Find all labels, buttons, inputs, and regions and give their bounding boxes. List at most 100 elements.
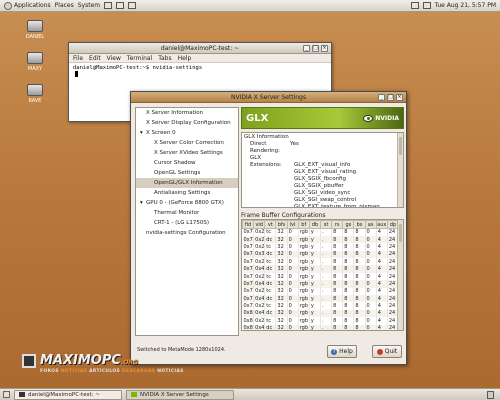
table-row[interactable]: 0x7e0x42dc320rgby.8880424 [242,295,400,303]
tree-item-1[interactable]: X Server Display Configuration [136,118,238,128]
tree-item-12[interactable]: nvidia-settings Configuration [136,228,238,238]
help-button[interactable]: ? Help [327,345,357,358]
glx-info-panel[interactable]: GLX Information Direct Rendering: Yes GL… [241,132,404,208]
close-button[interactable]: × [396,94,403,101]
trash-icon[interactable] [487,390,494,399]
maximize-button[interactable]: □ [312,45,319,52]
menu-help[interactable]: Help [178,55,192,62]
volume-icon[interactable] [422,2,431,9]
browser-launcher-icon[interactable] [104,2,113,9]
fbc-column-header[interactable]: rs [331,220,344,229]
menu-file[interactable]: File [73,55,83,62]
desktop-icon-daniel[interactable]: DANIEL [18,20,52,40]
tree-item-5[interactable]: Cursor Shadow [136,158,238,168]
table-row[interactable]: 0x770x24tc320rgby.8880424 [242,243,400,251]
table-cell: 8 [342,243,355,251]
settings-tree: X Server Information X Server Display Con… [135,107,239,336]
table-row[interactable]: 0x7c0x41dc320rgby.8880424 [242,280,400,288]
quit-button[interactable]: Quit [372,345,402,358]
table-row[interactable]: 0x7f0x28tc320rgby.8880424 [242,302,400,310]
mail-launcher-icon[interactable] [116,2,125,9]
fbc-column-header[interactable]: bfs [275,220,288,229]
fbc-column-header[interactable]: lvl [286,220,299,229]
terminal-titlebar[interactable]: daniel@MaximoPC-test: ~ _ □ × [69,43,331,54]
tree-item-11[interactable]: CRT-1 - (LG L1750S) [136,218,238,228]
tree-item-7[interactable]: OpenGL/GLX Information [136,178,238,188]
table-cell: 0 [365,287,377,296]
fbc-column-header[interactable]: gs [342,220,355,229]
fbc-column-header[interactable]: vid [253,220,266,229]
table-cell: 0 [365,272,377,281]
table-cell: 0 [287,243,299,251]
places-menu[interactable]: Places [55,2,74,9]
table-cell: y [309,258,321,266]
fbc-column-header[interactable]: fid [242,220,255,229]
menu-view[interactable]: View [107,55,121,62]
table-cell: y [309,250,321,259]
menu-edit[interactable]: Edit [89,55,101,62]
taskbar-item-terminal[interactable]: daniel@MaximoPC-test: ~ [14,389,122,400]
table-cell: 0 [365,243,377,251]
table-row[interactable]: 0x760x22dc320rgby.8880424 [242,235,400,244]
taskbar-item-nvidia[interactable]: NVIDIA X Server Settings [126,389,234,400]
desktop-icon-maxy[interactable]: MAXY [18,52,52,72]
tree-item-6[interactable]: OpenGL Settings [136,168,238,178]
table-row[interactable]: 0x7b0x26tc320rgby.8880424 [242,272,400,281]
minimize-button[interactable]: _ [378,94,385,101]
tree-item-9[interactable]: ▾ GPU 0 - (GeForce 8800 GTX) [136,198,238,208]
glx-extensions-label: GLX Extensions: [250,155,282,168]
table-row[interactable]: 0x750x21tc320rgby.8880424 [242,228,400,236]
fbc-column-header[interactable]: bs [353,220,366,229]
table-row[interactable]: 0x790x25tc320rgby.8880424 [242,258,400,266]
tree-item-3[interactable]: X Server Color Correction [136,138,238,148]
glx-info-scrollbar[interactable] [397,133,403,207]
table-cell: rgb [298,309,310,318]
fbc-column-header[interactable]: as [364,220,377,229]
fbc-column-header[interactable]: vt [264,220,277,229]
table-cell: 0 [287,272,299,281]
table-cell: 4 [376,302,388,310]
tree-item-2[interactable]: ▾ X Screen 0 [136,128,238,138]
tree-item-0[interactable]: X Server Information [136,108,238,118]
fbc-table-panel[interactable]: fidvidvtbfslvlbfdbstrsgsbsasauxdp 0x750x… [241,219,404,331]
table-row[interactable]: 0x7a0x40dc320rgby.8880424 [242,265,400,273]
nvidia-titlebar[interactable]: NVIDIA X Server Settings _ □ × [131,92,406,103]
fbc-column-header[interactable]: db [308,220,321,229]
fbc-scrollbar[interactable] [397,220,403,330]
terminal-output[interactable]: daniel@MaximoPC-test:~$ nvidia-settings [69,63,331,80]
maximize-button[interactable]: □ [387,94,394,101]
tree-item-4[interactable]: X Server XVideo Settings [136,148,238,158]
applications-menu[interactable]: Applications [4,1,51,10]
table-row[interactable]: 0x800x43dc320rgby.8880424 [242,309,400,318]
table-cell: 0x82 [242,324,255,331]
minimize-button[interactable]: _ [303,45,310,52]
tree-item-10[interactable]: Thermal Monitor [136,208,238,218]
show-desktop-icon[interactable] [3,391,10,398]
table-cell: 0x29 [253,317,266,325]
watermark-logo-icon [22,354,36,368]
network-icon[interactable] [410,2,419,9]
close-button[interactable]: × [321,45,328,52]
clock[interactable]: Tue Aug 21, 5:57 PM [435,2,496,9]
fbc-column-header[interactable]: bf [297,220,310,229]
table-cell: 0 [287,250,299,259]
table-row[interactable]: 0x820x44dc320rgby.8880424 [242,324,400,331]
tree-item-8[interactable]: Antialiasing Settings [136,188,238,198]
fbc-column-header[interactable]: aux [375,220,388,229]
desktop-icon-rave[interactable]: RAVE [18,84,52,104]
table-cell: 0 [287,228,299,236]
table-row[interactable]: 0x780x3fdc320rgby.8880424 [242,250,400,259]
menu-tabs[interactable]: Tabs [158,55,171,62]
scrollbar-thumb[interactable] [399,224,402,242]
help-launcher-icon[interactable] [128,2,137,9]
tree-item-label: CRT-1 - (LG L1750S) [154,220,209,226]
table-cell: 0x25 [253,258,266,266]
system-menu[interactable]: System [78,2,100,9]
table-row[interactable]: 0x7d0x27tc320rgby.8880424 [242,287,400,296]
scrollbar-thumb[interactable] [399,137,402,155]
table-cell: 8 [353,317,366,325]
table-cell: 8 [331,258,344,266]
fbc-column-header[interactable]: st [319,220,333,229]
table-row[interactable]: 0x810x29tc320rgby.8880424 [242,317,400,325]
menu-terminal[interactable]: Terminal [127,55,152,62]
